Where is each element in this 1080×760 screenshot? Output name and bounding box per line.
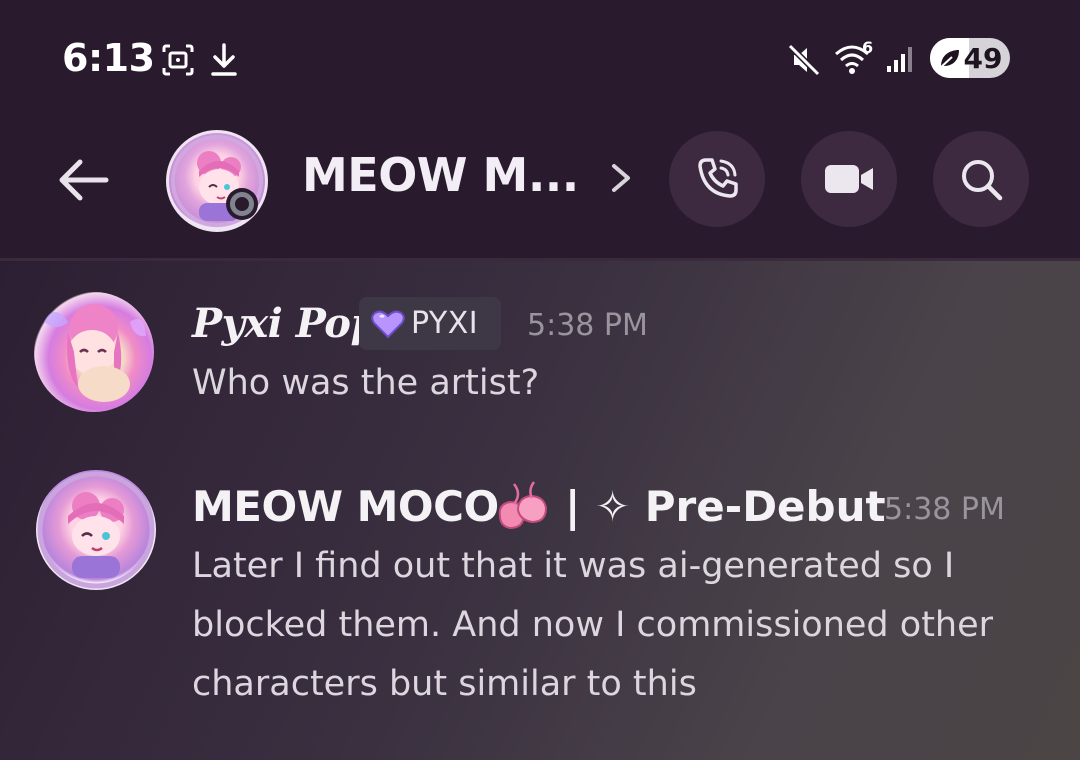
mute-icon xyxy=(787,43,821,77)
message-timestamp: 5:38 PM xyxy=(527,308,648,343)
message-text-line: characters but similar to this xyxy=(192,664,697,704)
back-arrow-icon[interactable] xyxy=(52,150,116,210)
message-username[interactable]: MEOW MOCO xyxy=(192,482,499,531)
clan-tag-label: PYXI xyxy=(411,306,479,341)
heart-badge-icon xyxy=(371,310,405,338)
video-camera-icon xyxy=(825,165,873,193)
avatar-character-art xyxy=(44,304,146,402)
signal-icon xyxy=(887,47,912,72)
avatar-character-art xyxy=(37,471,155,589)
voice-call-button[interactable] xyxy=(669,131,765,227)
screenshot-icon xyxy=(162,44,194,76)
video-call-button[interactable] xyxy=(801,131,897,227)
channel-avatar-image xyxy=(166,130,268,232)
download-icon xyxy=(211,43,237,76)
ballet-shoes-icon xyxy=(498,481,548,530)
message-username[interactable]: Pyxi Pop xyxy=(192,300,378,347)
search-button[interactable] xyxy=(933,131,1029,227)
battery-percent: 49 xyxy=(963,41,1003,75)
chevron-right-icon[interactable] xyxy=(606,158,636,198)
role-suffix: | ✧ Pre-Debut xyxy=(565,482,886,531)
message-text: Who was the artist? xyxy=(192,363,540,403)
phone-call-icon xyxy=(698,158,738,198)
message-timestamp: 5:38 PM xyxy=(884,492,1005,527)
battery-indicator: 49 xyxy=(930,38,1010,78)
user-avatar-moco[interactable] xyxy=(36,470,156,590)
channel-avatar[interactable] xyxy=(166,130,268,232)
clan-tag[interactable]: PYXI xyxy=(359,297,501,350)
top-bar: 6:13 6 49 MEOW M... xyxy=(0,0,1080,260)
status-time: 6:13 xyxy=(62,36,155,80)
presence-status-icon xyxy=(226,188,258,220)
search-icon xyxy=(962,160,1003,201)
wifi-label: 6 xyxy=(862,38,874,57)
channel-title[interactable]: MEOW M... xyxy=(302,148,579,202)
message-text-line: blocked them. And now I commissioned oth… xyxy=(192,605,994,645)
battery-saver-icon xyxy=(938,50,959,69)
message-text-line: Later I find out that it was ai-generate… xyxy=(192,546,955,586)
user-avatar-pyxi[interactable] xyxy=(34,292,154,412)
